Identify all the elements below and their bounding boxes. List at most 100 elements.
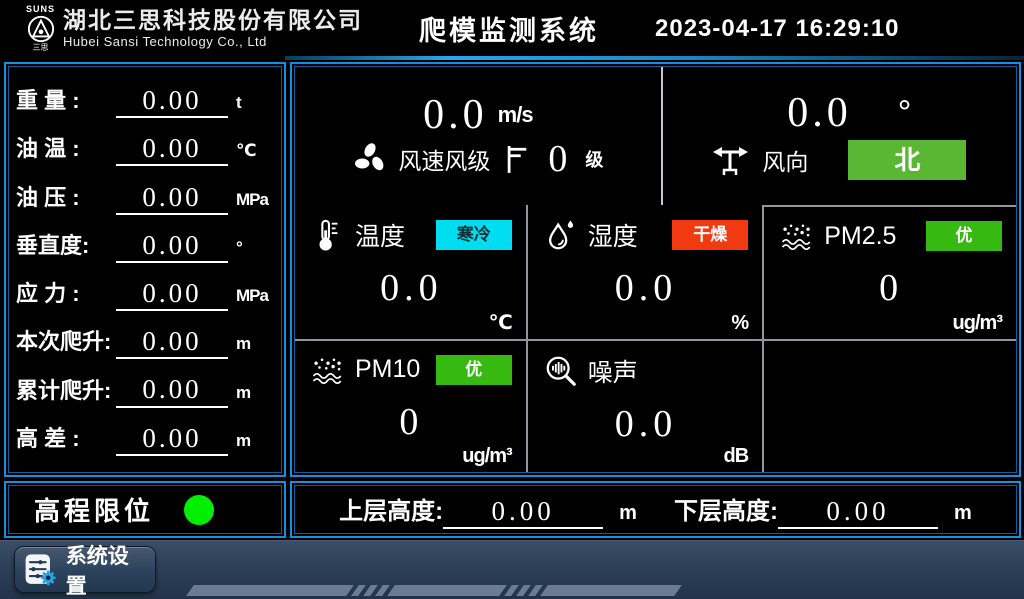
sensor-unit: ug/m³: [462, 445, 511, 468]
upper-height-label: 上层高度:: [339, 491, 443, 529]
measure-value: 0.00: [116, 230, 228, 263]
wind-level-value: 0: [548, 140, 567, 178]
sensor-cell-noise: 噪声 0.0 dB: [526, 339, 762, 473]
measure-value: 0.00: [116, 85, 228, 118]
measure-unit: t: [236, 93, 274, 118]
upper-height-unit: m: [619, 502, 637, 529]
wind-section: 0.0 m/s 风速风级: [295, 67, 1016, 205]
measure-label: 本次爬升:: [16, 324, 116, 359]
lower-height-unit: m: [954, 502, 972, 529]
wind-direction-label: 风向: [762, 143, 808, 177]
particles-icon: [780, 219, 814, 253]
measure-value: 0.00: [116, 133, 228, 166]
measure-value: 0.00: [116, 374, 228, 407]
noise-meter-icon: [544, 354, 578, 388]
wind-speed-unit: m/s: [498, 102, 533, 128]
footer-bar: 系统设置: [0, 540, 1024, 599]
settings-button-label: 系统设置: [66, 540, 147, 599]
measure-row-height-difference: 高 差 : 0.00 m: [16, 421, 274, 456]
page-title: 爬模监测系统: [419, 9, 599, 48]
sensor-value: 0.0: [544, 405, 748, 443]
measure-unit: °: [236, 238, 274, 263]
system-settings-button[interactable]: 系统设置: [14, 546, 156, 593]
elevation-limit-label: 高程限位: [34, 491, 154, 528]
measure-label: 垂直度:: [16, 228, 116, 263]
company-logo: SUNS 三思: [26, 5, 55, 52]
company-name: 湖北三思科技股份有限公司 Hubei Sansi Technology Co.,…: [63, 8, 363, 49]
wind-direction-badge: 北: [848, 140, 966, 180]
pm10-status-badge: 优: [436, 355, 512, 385]
lower-height-group: 下层高度: 0.00 m: [674, 491, 972, 529]
wind-vane-icon: [712, 143, 752, 177]
wind-direction-unit: °: [898, 103, 912, 123]
settings-sliders-gear-icon: [23, 551, 58, 589]
lower-height-value: 0.00: [778, 497, 938, 529]
sensor-unit: ℃: [489, 310, 512, 335]
measure-value: 0.00: [116, 326, 228, 359]
pm25-status-badge: 优: [926, 221, 1002, 251]
sensor-cell-pm25: PM2.5 优 0 ug/m³: [762, 205, 1016, 339]
header: SUNS 三思 湖北三思科技股份有限公司 Hubei Sansi Technol…: [0, 0, 1024, 57]
measure-unit: MPa: [236, 190, 274, 215]
measure-row-oil-temp: 油 温 : 0.00 ℃: [16, 131, 274, 166]
sensor-label: 湿度: [588, 217, 638, 253]
sensor-cell-temperature: 温度 寒冷 0.0 ℃: [295, 205, 526, 339]
upper-height-value: 0.00: [443, 497, 603, 529]
wind-level-unit: 级: [585, 146, 603, 172]
sensor-unit: dB: [724, 445, 749, 468]
sensor-grid: 温度 寒冷 0.0 ℃ 湿度 干燥 0.0 %: [295, 205, 1016, 472]
sensor-value: 0.0: [311, 269, 512, 307]
elevation-limit-indicator: [184, 495, 214, 525]
sensor-cell-empty: [762, 339, 1016, 473]
measure-label: 重 量 :: [16, 83, 116, 118]
sensor-value: 0.0: [544, 269, 748, 307]
measure-label: 油 压 :: [16, 180, 116, 215]
environment-panel: 0.0 m/s 风速风级: [290, 62, 1021, 477]
upper-height-group: 上层高度: 0.00 m: [339, 491, 637, 529]
sensor-unit: ug/m³: [953, 312, 1002, 335]
measure-value: 0.00: [116, 278, 228, 311]
sensor-cell-humidity: 湿度 干燥 0.0 %: [526, 205, 762, 339]
measure-unit: MPa: [236, 286, 274, 311]
particles-icon: [311, 353, 345, 387]
measure-row-weight: 重 量 : 0.00 t: [16, 83, 274, 118]
sensor-label: PM2.5: [824, 222, 896, 251]
thermometer-icon: [311, 218, 345, 252]
measure-row-current-climb: 本次爬升: 0.00 m: [16, 324, 274, 359]
measurement-panel: 重 量 : 0.00 t 油 温 : 0.00 ℃ 油 压 : 0.00 MPa…: [4, 62, 286, 477]
company-name-en: Hubei Sansi Technology Co., Ltd: [63, 34, 363, 49]
header-divider-line: [285, 56, 1024, 60]
datetime-display: 2023-04-17 16:29:10: [655, 15, 900, 43]
sensor-label: PM10: [355, 355, 420, 384]
sensor-cell-pm10: PM10 优 0 ug/m³: [295, 339, 526, 473]
layer-height-box: 上层高度: 0.00 m 下层高度: 0.00 m: [290, 481, 1021, 538]
sensor-value: 0: [311, 403, 512, 441]
wind-direction-value: 0.0: [787, 92, 852, 134]
measure-label: 累计爬升:: [16, 373, 116, 408]
measure-row-oil-pressure: 油 压 : 0.00 MPa: [16, 180, 274, 215]
measure-row-stress: 应 力 : 0.00 MPa: [16, 276, 274, 311]
wind-speed-value: 0.0: [423, 94, 488, 136]
measure-label: 油 温 :: [16, 131, 116, 166]
measure-unit: m: [236, 383, 274, 408]
logo-top-text: SUNS: [26, 5, 55, 14]
fan-icon: [352, 141, 388, 177]
measure-unit: ℃: [236, 141, 274, 166]
wind-level-icon: [504, 142, 530, 176]
temperature-status-badge: 寒冷: [436, 220, 512, 250]
measure-label: 高 差 :: [16, 421, 116, 456]
climbing-formwork-monitor-screen: SUNS 三思 湖北三思科技股份有限公司 Hubei Sansi Technol…: [0, 0, 1024, 599]
logo-bottom-text: 三思: [33, 44, 49, 52]
footer-decoration-stripes: [190, 585, 678, 596]
measure-value: 0.00: [116, 182, 228, 215]
measure-unit: m: [236, 334, 274, 359]
measure-label: 应 力 :: [16, 276, 116, 311]
sensor-label: 温度: [355, 217, 405, 253]
wind-speed-section: 0.0 m/s 风速风级: [295, 67, 663, 205]
measure-row-verticality: 垂直度: 0.00 °: [16, 228, 274, 263]
sensor-value: 0: [780, 269, 1002, 307]
wind-speed-label: 风速风级: [398, 142, 490, 176]
company-name-cn: 湖北三思科技股份有限公司: [63, 8, 363, 33]
measure-unit: m: [236, 431, 274, 456]
measure-value: 0.00: [116, 423, 228, 456]
